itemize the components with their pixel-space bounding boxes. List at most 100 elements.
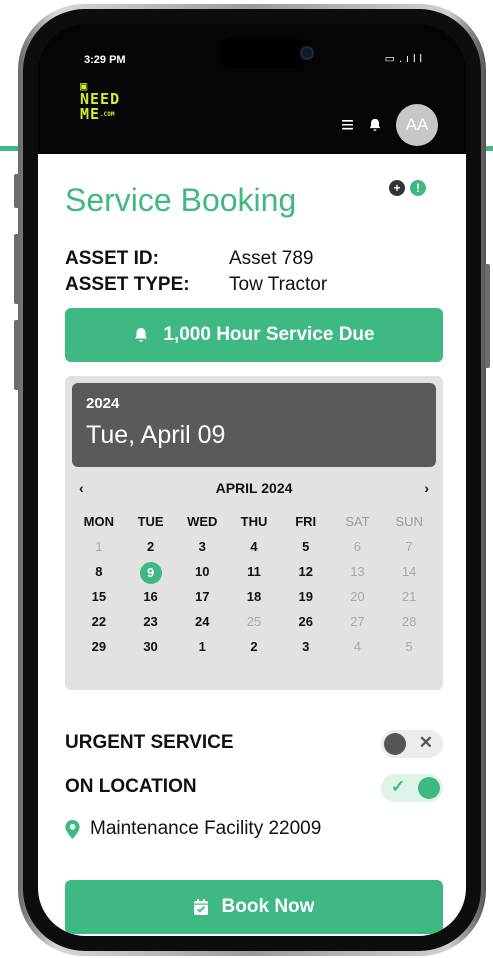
calendar-day-number: 11 <box>247 564 261 579</box>
calendar-day[interactable]: 28 <box>383 612 435 632</box>
calendar-day[interactable]: 1 <box>176 637 228 657</box>
calendar-day[interactable]: 30 <box>125 637 177 657</box>
side-button-mute <box>14 174 19 208</box>
stage: 3:29 PM ▭.ıll ▣ NEED ME.COM ≡ AA Service… <box>0 0 493 958</box>
urgent-service-row: URGENT SERVICE ✕ <box>65 730 443 758</box>
asset-type-row: ASSET TYPE: Tow Tractor <box>65 274 327 296</box>
location-row: Maintenance Facility 22009 <box>65 818 321 840</box>
calendar-day[interactable]: 7 <box>383 537 435 557</box>
asset-id-value: Asset 789 <box>229 248 314 269</box>
calendar-day[interactable]: 21 <box>383 587 435 607</box>
side-button-power <box>485 264 490 368</box>
calendar-day-number: 1 <box>198 639 206 654</box>
info-circle-icon[interactable]: ! <box>410 180 426 196</box>
weekday-header: THU <box>240 514 268 529</box>
calendar-day[interactable]: 5 <box>383 637 435 657</box>
asset-type-label: ASSET TYPE: <box>65 274 190 295</box>
location-name: Maintenance Facility 22009 <box>90 818 322 839</box>
calendar-day-number: 27 <box>350 614 365 629</box>
side-button-volume-down <box>14 320 19 390</box>
calendar-day-number: 5 <box>405 639 413 654</box>
calendar-day[interactable]: 12 <box>280 562 332 582</box>
weekday-header: FRI <box>295 514 317 529</box>
page-title: Service Booking <box>65 182 297 218</box>
calendar-day-number: 18 <box>246 589 262 604</box>
calendar-day-number: 1 <box>95 539 103 554</box>
service-due-button[interactable]: 1,000 Hour Service Due <box>65 308 443 362</box>
status-time: 3:29 PM <box>84 54 126 66</box>
calendar-day-number: 7 <box>405 539 413 554</box>
status-bar: 3:29 PM ▭.ıll <box>38 24 466 84</box>
calendar-day[interactable]: 2 <box>228 637 280 657</box>
calendar-day[interactable]: 23 <box>125 612 177 632</box>
calendar-day[interactable]: 11 <box>228 562 280 582</box>
calendar-day[interactable]: 17 <box>176 587 228 607</box>
calendar-day[interactable]: 10 <box>176 562 228 582</box>
calendar-day-number: 29 <box>91 639 107 654</box>
calendar-day-number: 10 <box>195 564 210 579</box>
calendar-day[interactable]: 13 <box>332 562 384 582</box>
calendar-day[interactable]: 6 <box>332 537 384 557</box>
calendar-day[interactable]: 19 <box>280 587 332 607</box>
calendar-day[interactable]: 24 <box>176 612 228 632</box>
calendar-day[interactable]: 22 <box>73 612 125 632</box>
calendar-day-selected[interactable]: 9 <box>125 562 177 584</box>
on-location-row: ON LOCATION ✓ <box>65 774 443 802</box>
calendar-day-number: 2 <box>146 539 155 554</box>
check-icon: ✓ <box>391 777 406 796</box>
bell-icon <box>135 328 148 342</box>
book-now-label: Book Now <box>221 896 315 917</box>
weekday-header: SUN <box>395 514 423 529</box>
map-pin-icon <box>65 819 80 839</box>
asset-id-row: ASSET ID: Asset 789 <box>65 248 314 270</box>
calendar-day[interactable]: 20 <box>332 587 384 607</box>
asset-type-value: Tow Tractor <box>229 274 328 295</box>
calendar-day[interactable]: 26 <box>280 612 332 632</box>
calendar-day[interactable]: 25 <box>228 612 280 632</box>
calendar-day-number: 22 <box>91 614 107 629</box>
app-logo[interactable]: ▣ NEED ME.COM <box>80 80 140 122</box>
next-month-button[interactable]: › <box>424 480 429 496</box>
avatar[interactable]: AA <box>396 104 438 146</box>
calendar-day[interactable]: 16 <box>125 587 177 607</box>
title-actions: + ! <box>389 180 426 196</box>
calendar-day[interactable]: 2 <box>125 537 177 557</box>
calendar-day[interactable]: 3 <box>280 637 332 657</box>
calendar-day-number: 15 <box>91 589 107 604</box>
weekday-header: MON <box>83 514 115 529</box>
calendar-nav: ‹ APRIL 2024 › <box>79 480 429 500</box>
urgent-service-toggle[interactable]: ✕ <box>381 730 443 758</box>
book-now-button[interactable]: Book Now <box>65 880 443 934</box>
toggle-knob <box>418 777 440 799</box>
calendar-day-number: 20 <box>350 589 365 604</box>
urgent-service-label: URGENT SERVICE <box>65 732 234 753</box>
calendar-check-icon <box>193 899 208 915</box>
calendar-day-number: 30 <box>143 639 158 654</box>
calendar-day[interactable]: 14 <box>383 562 435 582</box>
add-circle-icon[interactable]: + <box>389 180 405 196</box>
calendar-day[interactable]: 1 <box>73 537 125 557</box>
calendar-day[interactable]: 8 <box>73 562 125 582</box>
calendar-day[interactable]: 29 <box>73 637 125 657</box>
calendar-day[interactable]: 27 <box>332 612 384 632</box>
calendar-day-number: 4 <box>250 539 258 554</box>
logo-suffix: .COM <box>100 111 115 118</box>
logo-line2-text: ME <box>80 105 101 123</box>
calendar-day[interactable]: 18 <box>228 587 280 607</box>
calendar-day[interactable]: 3 <box>176 537 228 557</box>
calendar-day-number: 12 <box>298 564 313 579</box>
calendar-day[interactable]: 4 <box>332 637 384 657</box>
calendar-day[interactable]: 15 <box>73 587 125 607</box>
weekday-header: WED <box>187 514 218 529</box>
menu-icon[interactable]: ≡ <box>341 114 354 136</box>
calendar-day[interactable]: 5 <box>280 537 332 557</box>
calendar-day[interactable]: 4 <box>228 537 280 557</box>
calendar-year[interactable]: 2024 <box>86 395 119 412</box>
logo-line2: ME.COM <box>80 107 140 122</box>
on-location-toggle[interactable]: ✓ <box>381 774 443 802</box>
header-actions: ≡ AA <box>341 104 438 146</box>
screen: 3:29 PM ▭.ıll ▣ NEED ME.COM ≡ AA Service… <box>38 24 466 936</box>
calendar-day-number: 14 <box>401 564 417 579</box>
notification-bell-icon[interactable] <box>368 118 382 132</box>
calendar-day-number: 28 <box>401 614 417 629</box>
